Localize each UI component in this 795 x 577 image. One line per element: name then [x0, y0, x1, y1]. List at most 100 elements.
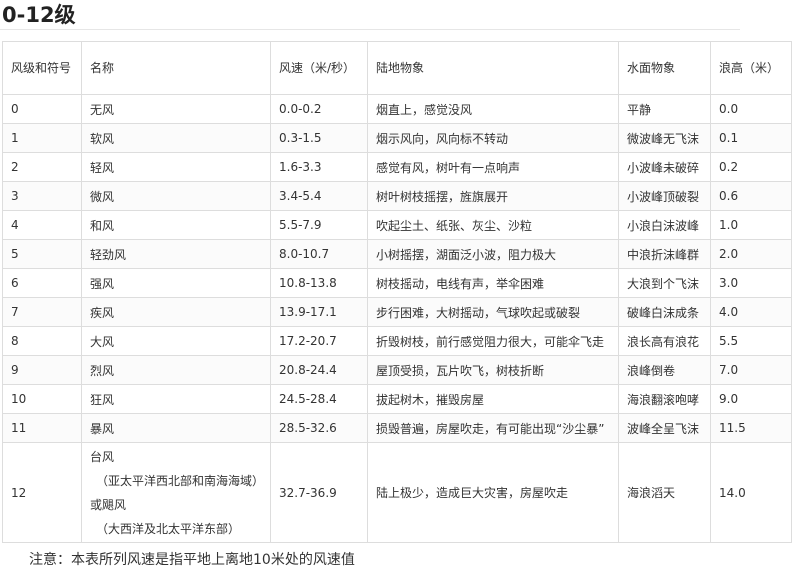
cell-wave: 11.5 [710, 413, 792, 443]
cell-wave: 14.0 [710, 442, 792, 543]
cell-water: 浪峰倒卷 [618, 355, 711, 385]
cell-grade: 0 [2, 94, 82, 124]
header-speed: 风速（米/秒） [270, 41, 368, 95]
table-row: 11 暴风 28.5-32.6 损毁普遍，房屋吹走，有可能出现“沙尘暴” 波峰全呈飞沫 1… [2, 413, 792, 443]
cell-grade: 2 [2, 152, 82, 182]
cell-water: 浪长高有浪花 [618, 326, 711, 356]
cell-land: 损毁普遍，房屋吹走，有可能出现“沙尘暴” [367, 413, 619, 443]
table-row: 5 轻劲风 8.0-10.7 小树摇摆，湖面泛小波，阻力极大 中浪折沫峰群 2.0 [2, 239, 792, 269]
table-row: 7 疾风 13.9-17.1 步行困难，大树摇动，气球吹起或破裂 破峰白沫成条 4.0 [2, 297, 792, 327]
header-grade: 风级和符号 [2, 41, 82, 95]
cell-speed: 28.5-32.6 [270, 413, 368, 443]
table-row: 4 和风 5.5-7.9 吹起尘土、纸张、灰尘、沙粒 小浪白沫波峰 1.0 [2, 210, 792, 240]
cell-name: 无风 [81, 94, 271, 124]
cell-name: 烈风 [81, 355, 271, 385]
cell-water: 中浪折沫峰群 [618, 239, 711, 269]
cell-water: 微波峰无飞沫 [618, 123, 711, 153]
cell-water: 海浪翻滚咆哮 [618, 384, 711, 414]
cell-wave: 5.5 [710, 326, 792, 356]
cell-name-line: （大西洋及北太平洋东部） [96, 521, 241, 536]
cell-water: 破峰白沫成条 [618, 297, 711, 327]
cell-speed: 8.0-10.7 [270, 239, 368, 269]
cell-name: 微风 [81, 181, 271, 211]
cell-grade: 11 [2, 413, 82, 443]
cell-wave: 9.0 [710, 384, 792, 414]
cell-land: 烟直上，感觉没风 [367, 94, 619, 124]
cell-wave: 1.0 [710, 210, 792, 240]
cell-water: 平静 [618, 94, 711, 124]
cell-speed: 17.2-20.7 [270, 326, 368, 356]
footnote: 注意：本表所列风速是指平地上离地10米处的风速值 [29, 552, 355, 568]
cell-land: 树枝摇动，电线有声，举伞困难 [367, 268, 619, 298]
table-row: 1 软风 0.3-1.5 烟示风向，风向标不转动 微波峰无飞沫 0.1 [2, 123, 792, 153]
cell-name: 狂风 [81, 384, 271, 414]
cell-wave: 0.1 [710, 123, 792, 153]
cell-speed: 24.5-28.4 [270, 384, 368, 414]
cell-land: 树叶树枝摇摆，旌旗展开 [367, 181, 619, 211]
cell-grade: 1 [2, 123, 82, 153]
cell-land: 小树摇摆，湖面泛小波，阻力极大 [367, 239, 619, 269]
cell-land: 拔起树木，摧毁房屋 [367, 384, 619, 414]
cell-name: 暴风 [81, 413, 271, 443]
cell-name: 台风 （亚太平洋西北部和南海海域） 或飓风 （大西洋及北太平洋东部） [81, 442, 271, 543]
table-row: 10 狂风 24.5-28.4 拔起树木，摧毁房屋 海浪翻滚咆哮 9.0 [2, 384, 792, 414]
cell-name: 强风 [81, 268, 271, 298]
cell-grade: 8 [2, 326, 82, 356]
cell-name: 和风 [81, 210, 271, 240]
cell-speed: 10.8-13.8 [270, 268, 368, 298]
table-row: 6 强风 10.8-13.8 树枝摇动，电线有声，举伞困难 大浪到个飞沫 3.0 [2, 268, 792, 298]
cell-water: 波峰全呈飞沫 [618, 413, 711, 443]
cell-grade: 5 [2, 239, 82, 269]
cell-name: 软风 [81, 123, 271, 153]
cell-grade: 6 [2, 268, 82, 298]
table-row: 2 轻风 1.6-3.3 感觉有风，树叶有一点响声 小波峰未破碎 0.2 [2, 152, 792, 182]
wind-scale-table: 风级和符号 名称 风速（米/秒） 陆地物象 水面物象 浪高（米） 0 无风 0.0-… [2, 41, 792, 543]
header-water: 水面物象 [618, 41, 711, 95]
table-row: 9 烈风 20.8-24.4 屋顶受损，瓦片吹飞，树枝折断 浪峰倒卷 7.0 [2, 355, 792, 385]
cell-grade: 3 [2, 181, 82, 211]
cell-wave: 0.0 [710, 94, 792, 124]
cell-water: 小波峰未破碎 [618, 152, 711, 182]
cell-water: 大浪到个飞沫 [618, 268, 711, 298]
cell-wave: 3.0 [710, 268, 792, 298]
table-row: 12 台风 （亚太平洋西北部和南海海域） 或飓风 （大西洋及北太平洋东部） 32.7-36… [2, 442, 792, 543]
cell-grade: 9 [2, 355, 82, 385]
cell-name-line: （亚太平洋西北部和南海海域） [96, 473, 265, 488]
cell-land: 步行困难，大树摇动，气球吹起或破裂 [367, 297, 619, 327]
cell-wave: 0.2 [710, 152, 792, 182]
cell-speed: 5.5-7.9 [270, 210, 368, 240]
cell-grade: 12 [2, 442, 82, 543]
cell-land: 感觉有风，树叶有一点响声 [367, 152, 619, 182]
cell-speed: 20.8-24.4 [270, 355, 368, 385]
cell-wave: 0.6 [710, 181, 792, 211]
cell-wave: 4.0 [710, 297, 792, 327]
cell-land: 吹起尘土、纸张、灰尘、沙粒 [367, 210, 619, 240]
cell-speed: 3.4-5.4 [270, 181, 368, 211]
cell-wave: 7.0 [710, 355, 792, 385]
table-row: 3 微风 3.4-5.4 树叶树枝摇摆，旌旗展开 小波峰顶破裂 0.6 [2, 181, 792, 211]
cell-speed: 0.0-0.2 [270, 94, 368, 124]
header-wave: 浪高（米） [710, 41, 792, 95]
cell-speed: 32.7-36.9 [270, 442, 368, 543]
cell-speed: 13.9-17.1 [270, 297, 368, 327]
cell-grade: 7 [2, 297, 82, 327]
cell-speed: 1.6-3.3 [270, 152, 368, 182]
table-row: 8 大风 17.2-20.7 折毁树枝，前行感觉阻力很大，可能伞飞走 浪长高有浪花 5.5 [2, 326, 792, 356]
cell-name: 疾风 [81, 297, 271, 327]
cell-land: 烟示风向，风向标不转动 [367, 123, 619, 153]
cell-grade: 10 [2, 384, 82, 414]
cell-name-line: 台风 [90, 449, 115, 464]
cell-wave: 2.0 [710, 239, 792, 269]
cell-name: 轻风 [81, 152, 271, 182]
cell-land: 屋顶受损，瓦片吹飞，树枝折断 [367, 355, 619, 385]
table-row: 0 无风 0.0-0.2 烟直上，感觉没风 平静 0.0 [2, 94, 792, 124]
cell-name: 轻劲风 [81, 239, 271, 269]
cell-grade: 4 [2, 210, 82, 240]
cell-land: 陆上极少，造成巨大灾害，房屋吹走 [367, 442, 619, 543]
header-land: 陆地物象 [367, 41, 619, 95]
cell-land: 折毁树枝，前行感觉阻力很大，可能伞飞走 [367, 326, 619, 356]
header-name: 名称 [81, 41, 271, 95]
title-divider [0, 29, 740, 30]
cell-water: 小波峰顶破裂 [618, 181, 711, 211]
cell-water: 海浪滔天 [618, 442, 711, 543]
